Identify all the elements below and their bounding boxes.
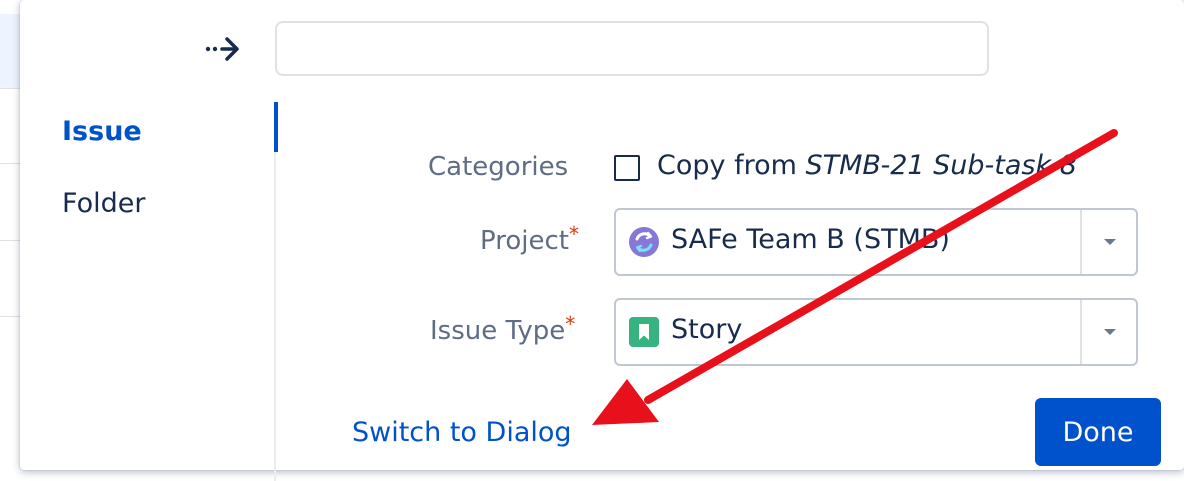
project-label-text: Project: [480, 226, 569, 256]
copy-from-prefix: Copy from: [657, 150, 806, 181]
story-icon: [629, 317, 659, 347]
issue-type-select-value: Story: [671, 314, 743, 345]
project-label: Project*: [480, 222, 579, 256]
required-marker: *: [568, 222, 579, 246]
nav-active-indicator: [274, 102, 278, 152]
required-marker: *: [565, 312, 576, 336]
issue-type-label-text: Issue Type: [430, 316, 566, 346]
type-nav: Issue Folder: [62, 112, 145, 256]
nav-item-issue[interactable]: Issue: [62, 112, 145, 152]
nav-divider: [274, 102, 276, 481]
search-input[interactable]: [275, 21, 989, 76]
project-avatar-icon: [629, 227, 659, 257]
categories-label: Categories: [428, 152, 569, 182]
issue-type-label: Issue Type*: [430, 312, 575, 346]
copy-from-label[interactable]: Copy from STMB-21 Sub-task 8: [657, 150, 1077, 181]
issue-type-select[interactable]: Story: [614, 298, 1138, 366]
select-separator: [1080, 300, 1082, 364]
done-button[interactable]: Done: [1035, 398, 1161, 466]
nav-item-folder[interactable]: Folder: [62, 184, 145, 224]
project-select[interactable]: SAFe Team B (STMB): [614, 208, 1138, 276]
chevron-down-icon[interactable]: [1098, 324, 1122, 340]
switch-to-dialog-link[interactable]: Switch to Dialog: [352, 417, 572, 448]
select-separator: [1080, 210, 1082, 274]
chevron-down-icon[interactable]: [1098, 234, 1122, 250]
copy-from-checkbox[interactable]: [614, 155, 640, 181]
arrow-right-dotted-icon[interactable]: [205, 34, 241, 64]
project-select-value: SAFe Team B (STMB): [671, 224, 950, 255]
copy-from-issue-key: STMB-21 Sub-task 8: [805, 150, 1077, 181]
